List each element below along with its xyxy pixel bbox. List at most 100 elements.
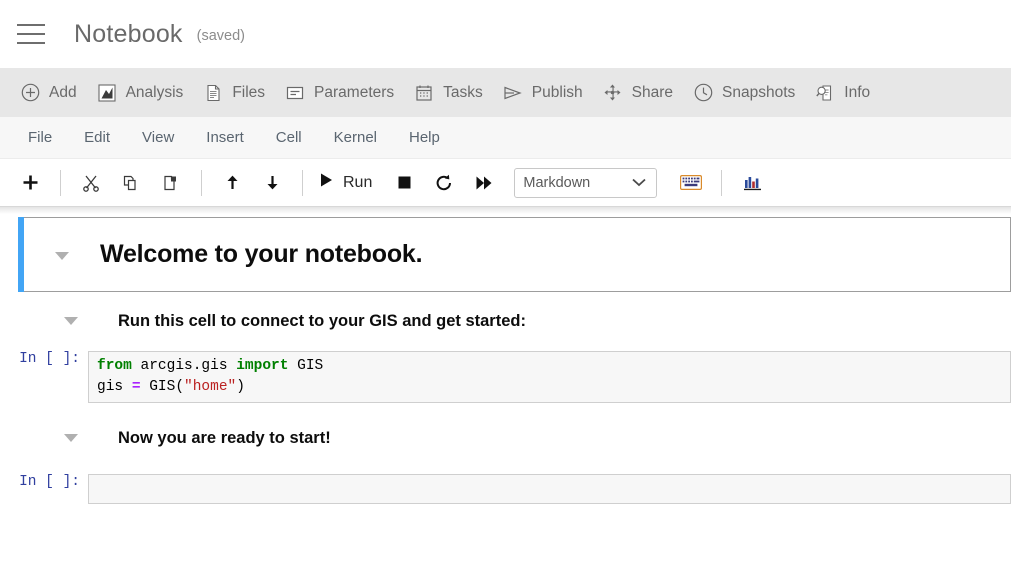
restart-circle-icon	[435, 174, 453, 192]
bar-chart-icon	[743, 174, 762, 191]
code-token: gis	[97, 379, 132, 395]
collapse-caret-button[interactable]	[24, 240, 100, 260]
keyboard-shortcuts-button[interactable]	[671, 168, 711, 198]
calendar-icon	[414, 83, 434, 103]
markdown-text-before: Run this cell to connect to your	[118, 312, 369, 330]
hamburger-line	[17, 33, 45, 35]
save-status: (saved)	[197, 28, 245, 44]
menu-item-insert[interactable]: Insert	[190, 125, 260, 150]
plus-circle-icon	[20, 83, 40, 103]
menu-item-file[interactable]: File	[12, 125, 68, 150]
paste-icon	[162, 174, 180, 192]
markdown-text-bold: GIS	[369, 312, 397, 330]
hamburger-line	[17, 42, 45, 44]
app-toolbar-label: Add	[49, 84, 77, 102]
file-document-icon	[203, 83, 223, 103]
send-triangle-icon	[503, 83, 523, 103]
app-toolbar-item-parameters[interactable]: Parameters	[275, 68, 404, 117]
app-toolbar-item-snapshots[interactable]: Snapshots	[683, 68, 805, 117]
code-token: )	[236, 379, 245, 395]
hamburger-menu-icon[interactable]	[14, 17, 48, 51]
app-toolbar-item-share[interactable]: Share	[593, 68, 683, 117]
arrow-down-icon	[264, 174, 281, 191]
caret-down-icon	[55, 252, 69, 260]
notebook-cell-markdown-welcome[interactable]: Welcome to your notebook.	[18, 217, 1011, 292]
app-toolbar-label: Parameters	[314, 84, 394, 102]
cut-cell-button[interactable]	[71, 168, 111, 198]
app-toolbar-item-info[interactable]: Info	[805, 68, 880, 117]
toolbar-divider	[721, 170, 722, 196]
code-token: GIS(	[141, 379, 185, 395]
notebook-cell-markdown-ready[interactable]: Now you are ready to start!	[24, 429, 1011, 448]
insert-cell-below-button[interactable]	[10, 168, 50, 198]
cell-type-select-wrapper: CodeMarkdownRaw NBConvertHeading	[504, 168, 657, 198]
caret-down-icon	[64, 317, 78, 325]
collapse-caret-button[interactable]	[24, 312, 118, 325]
app-toolbar-item-add[interactable]: Add	[10, 68, 87, 117]
cell-type-select[interactable]: CodeMarkdownRaw NBConvertHeading	[514, 168, 657, 198]
code-cell-prompt: In [ ]:	[0, 474, 88, 490]
code-cell-editor[interactable]: from arcgis.gis import GIS gis = GIS("ho…	[88, 351, 1011, 403]
run-label: Run	[343, 174, 372, 192]
code-token: from	[97, 358, 132, 374]
code-cell-editor[interactable]	[88, 474, 1011, 504]
app-toolbar-label: Share	[632, 84, 673, 102]
notebook-title: Notebook	[74, 20, 183, 49]
code-token: import	[236, 358, 288, 374]
app-toolbar: Add Analysis Files Parameters	[0, 68, 1011, 117]
collapse-caret-button[interactable]	[24, 429, 118, 442]
clock-icon	[693, 83, 713, 103]
restart-and-run-all-button[interactable]	[464, 168, 504, 198]
menu-item-kernel[interactable]: Kernel	[318, 125, 393, 150]
markdown-heading-3: Now you are ready to start!	[118, 429, 331, 448]
arrow-up-icon	[224, 174, 241, 191]
app-toolbar-label: Publish	[532, 84, 583, 102]
markdown-text-after: and get started:	[398, 312, 526, 330]
app-toolbar-item-analysis[interactable]: Analysis	[87, 68, 194, 117]
notebook-cell-code-gis-connect[interactable]: In [ ]: from arcgis.gis import GIS gis =…	[0, 351, 1011, 403]
share-arrows-icon	[603, 83, 623, 103]
code-token: arcgis.gis	[132, 358, 236, 374]
plus-icon	[22, 174, 39, 191]
code-token: GIS	[288, 358, 323, 374]
open-chart-button[interactable]	[732, 168, 772, 198]
parameters-icon	[285, 83, 305, 103]
markdown-heading-3: Run this cell to connect to your GIS and…	[118, 312, 526, 331]
app-toolbar-item-files[interactable]: Files	[193, 68, 275, 117]
menu-item-help[interactable]: Help	[393, 125, 456, 150]
copy-cell-button[interactable]	[111, 168, 151, 198]
app-toolbar-label: Snapshots	[722, 84, 795, 102]
restart-kernel-button[interactable]	[424, 168, 464, 198]
code-token: "home"	[184, 379, 236, 395]
move-cell-up-button[interactable]	[212, 168, 252, 198]
scroll-shadow	[0, 207, 1011, 214]
copy-icon	[122, 174, 140, 192]
interrupt-kernel-button[interactable]	[384, 168, 424, 198]
code-token: =	[132, 379, 141, 395]
keyboard-icon	[680, 175, 702, 190]
menu-item-cell[interactable]: Cell	[260, 125, 318, 150]
notebook-body: Welcome to your notebook. Run this cell …	[0, 207, 1011, 580]
app-toolbar-item-publish[interactable]: Publish	[493, 68, 593, 117]
menu-item-view[interactable]: View	[126, 125, 190, 150]
toolbar-divider	[302, 170, 303, 196]
app-toolbar-label: Files	[232, 84, 265, 102]
move-cell-down-button[interactable]	[252, 168, 292, 198]
notebook-cell-code-empty[interactable]: In [ ]:	[0, 474, 1011, 504]
toolbar-divider	[60, 170, 61, 196]
menu-item-edit[interactable]: Edit	[68, 125, 126, 150]
markdown-heading-1: Welcome to your notebook.	[100, 240, 422, 269]
notebook-cell-markdown-run-this[interactable]: Run this cell to connect to your GIS and…	[24, 312, 1011, 331]
notebook-toolbar: Run CodeMarkdownRaw NBConvertHeading	[0, 159, 1011, 207]
stop-square-icon	[397, 175, 412, 190]
analysis-icon	[97, 83, 117, 103]
run-cell-button[interactable]: Run	[313, 168, 384, 198]
app-toolbar-label: Info	[844, 84, 870, 102]
app-toolbar-label: Analysis	[126, 84, 184, 102]
paste-cell-button[interactable]	[151, 168, 191, 198]
caret-down-icon	[64, 434, 78, 442]
app-toolbar-item-tasks[interactable]: Tasks	[404, 68, 493, 117]
toolbar-divider	[201, 170, 202, 196]
play-icon	[319, 172, 334, 193]
code-cell-prompt: In [ ]:	[0, 351, 88, 367]
